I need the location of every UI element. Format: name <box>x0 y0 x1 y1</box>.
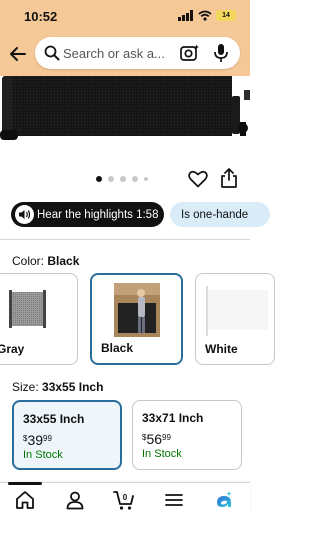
question-chip[interactable]: Is one-hande <box>170 202 270 227</box>
size-option-stock: In Stock <box>142 448 182 460</box>
home-indicator-area <box>0 516 250 540</box>
color-swatch-black[interactable]: Black <box>90 273 183 365</box>
status-icons: 14 <box>178 10 236 21</box>
nav-active-indicator <box>8 482 42 485</box>
search-input[interactable] <box>63 44 178 62</box>
size-option-stock: In Stock <box>23 449 63 461</box>
gray-gate-thumbnail <box>9 290 46 328</box>
carousel-dot[interactable] <box>108 176 114 182</box>
size-option-33x71[interactable]: 33x71 Inch $5699 In Stock <box>132 400 242 470</box>
color-swatch-white[interactable]: White <box>195 273 275 365</box>
speaker-icon <box>15 205 34 224</box>
size-option-33x55[interactable]: 33x55 Inch $3999 In Stock <box>12 400 122 470</box>
price-currency: $ <box>142 433 147 442</box>
bottom-nav: 0 <box>0 482 250 516</box>
camera-search-icon[interactable] <box>180 44 200 62</box>
color-label: Color: <box>12 254 45 268</box>
section-divider <box>0 239 250 240</box>
ai-assistant-icon[interactable] <box>213 489 235 511</box>
header <box>0 32 250 76</box>
battery-icon: 14 <box>216 10 236 21</box>
price-whole: 39 <box>27 432 44 448</box>
microphone-icon[interactable] <box>213 43 229 63</box>
size-option-price: $5699 <box>142 431 171 447</box>
black-gate-thumbnail <box>114 283 160 337</box>
search-box[interactable] <box>35 37 240 69</box>
size-selected: 33x55 Inch <box>42 380 104 394</box>
cart-icon[interactable]: 0 <box>113 489 135 511</box>
carousel-dot[interactable] <box>132 176 138 182</box>
white-gate-thumbnail <box>206 286 268 336</box>
color-swatch-gray[interactable]: Gray <box>0 273 78 365</box>
price-whole: 56 <box>146 431 163 447</box>
size-heading: Size: 33x55 Inch <box>12 380 103 394</box>
home-icon[interactable] <box>14 489 36 511</box>
wifi-icon <box>198 10 212 21</box>
color-selected: Black <box>47 254 80 268</box>
signal-icon <box>178 10 193 21</box>
heart-icon[interactable] <box>188 170 208 188</box>
color-swatch-name: White <box>205 342 238 356</box>
carousel-dot[interactable] <box>96 176 102 182</box>
color-swatch-name: Gray <box>0 342 25 356</box>
price-cents: 99 <box>43 434 52 443</box>
question-chip-label: Is one-hande <box>181 208 249 221</box>
color-heading: Color: Black <box>12 254 79 268</box>
hear-highlights-label: Hear the highlights 1:58 <box>37 208 159 221</box>
product-image[interactable] <box>0 76 250 140</box>
size-option-name: 33x55 Inch <box>23 412 85 426</box>
size-label: Size: <box>12 380 39 394</box>
baby-gate-image <box>0 76 250 140</box>
size-option-price: $3999 <box>23 432 52 448</box>
status-bar: 10:52 14 <box>0 0 250 32</box>
back-arrow-icon[interactable] <box>8 44 28 64</box>
carousel-dots[interactable] <box>96 176 148 182</box>
color-swatch-name: Black <box>101 341 134 355</box>
hear-highlights-button[interactable]: Hear the highlights 1:58 <box>11 202 164 227</box>
share-icon[interactable] <box>220 168 238 188</box>
status-time: 10:52 <box>24 9 58 24</box>
battery-level: 14 <box>222 12 230 19</box>
cart-count: 0 <box>123 493 128 502</box>
price-cents: 99 <box>162 433 171 442</box>
account-icon[interactable] <box>64 489 86 511</box>
menu-icon[interactable] <box>163 489 185 511</box>
carousel-dot[interactable] <box>120 176 126 182</box>
carousel-dot[interactable] <box>144 177 148 181</box>
search-icon <box>44 45 60 61</box>
size-option-name: 33x71 Inch <box>142 411 204 425</box>
price-currency: $ <box>23 434 28 443</box>
